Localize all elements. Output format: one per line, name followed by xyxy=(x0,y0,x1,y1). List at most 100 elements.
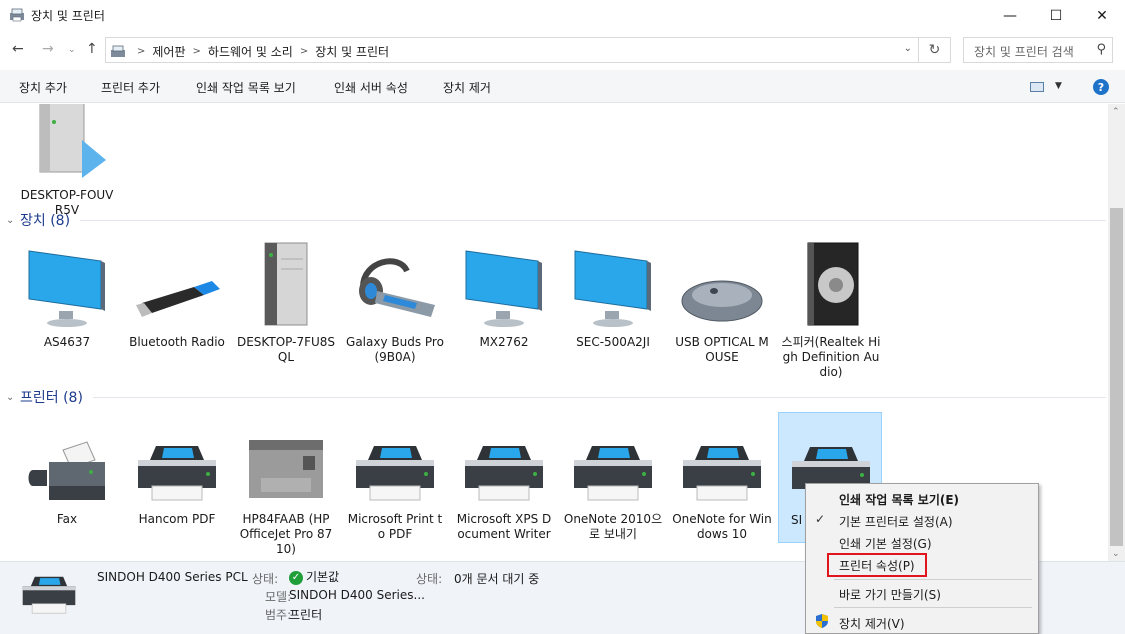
up-arrow-icon[interactable]: ↑ xyxy=(86,41,98,57)
printer-icon xyxy=(561,408,665,504)
multifunction-printer-icon xyxy=(234,408,338,504)
printer-item[interactable]: HP84FAAB (HP OfficeJet Pro 8710) xyxy=(234,408,338,557)
printer-item[interactable]: Microsoft Print to PDF xyxy=(343,408,447,542)
printer-icon xyxy=(22,576,76,614)
breadcrumb-hardware-sound[interactable]: 하드웨어 및 소리 xyxy=(208,43,293,60)
category-key: 범주: xyxy=(265,608,292,622)
address-bar[interactable]: > 제어판 > 하드웨어 및 소리 > 장치 및 프린터 ⌄ xyxy=(105,37,919,63)
maximize-button[interactable]: ☐ xyxy=(1033,0,1079,31)
status-value: ✓ 기본값 xyxy=(289,568,339,585)
device-item[interactable]: Galaxy Buds Pro (9B0A) xyxy=(343,231,447,365)
minimize-button[interactable]: — xyxy=(987,0,1033,31)
back-arrow-icon[interactable]: ← xyxy=(12,41,24,57)
search-icon[interactable]: ⚲ xyxy=(1096,42,1106,57)
add-device-button[interactable]: 장치 추가 xyxy=(19,79,67,96)
devices-group-header[interactable]: ⌄ 장치 (8) xyxy=(6,210,1106,230)
monitor-icon xyxy=(561,231,665,327)
recent-locations-icon[interactable]: ⌄ xyxy=(68,45,76,55)
check-circle-icon: ✓ xyxy=(289,570,303,585)
see-print-queue-button[interactable]: 인쇄 작업 목록 보기 xyxy=(196,79,296,96)
item-label: Microsoft Print to PDF xyxy=(347,512,443,541)
device-item[interactable]: MX2762 xyxy=(452,231,556,350)
address-dropdown-icon[interactable]: ⌄ xyxy=(904,43,912,54)
group-title: 장치 (8) xyxy=(20,213,71,229)
breadcrumb-devices-printers[interactable]: 장치 및 프린터 xyxy=(315,43,389,60)
command-bar: 장치 추가 프린터 추가 인쇄 작업 목록 보기 인쇄 서버 속성 장치 제거 … xyxy=(0,70,1125,103)
search-placeholder: 장치 및 프린터 검색 xyxy=(974,45,1074,59)
item-label: OneNote 2010으로 보내기 xyxy=(563,512,663,541)
device-item[interactable]: 스피커(Realtek High Definition Audio) xyxy=(779,231,883,380)
device-item[interactable]: USB OPTICAL MOUSE xyxy=(670,231,774,365)
menu-item-label: 장치 제거(V) xyxy=(839,617,905,631)
devices-printers-icon xyxy=(10,8,24,22)
menu-item-label: 인쇄 기본 설정(G) xyxy=(839,537,932,551)
item-label: DESKTOP-7FU8S QL xyxy=(236,335,336,364)
remove-device-button[interactable]: 장치 제거 xyxy=(443,79,491,96)
printer-item[interactable]: OneNote for Windows 10 xyxy=(670,408,774,542)
menu-item-create-shortcut[interactable]: 바로 가기 만들기(S) xyxy=(806,582,1038,604)
item-label: AS4637 xyxy=(43,335,91,349)
scroll-down-icon[interactable]: ⌄ xyxy=(1112,549,1120,559)
printer-item[interactable]: Hancom PDF xyxy=(125,408,229,527)
item-label: OneNote for Windows 10 xyxy=(672,512,772,541)
help-icon[interactable]: ? xyxy=(1093,79,1109,95)
item-label: Bluetooth Radio xyxy=(129,335,225,349)
fax-icon xyxy=(15,408,119,504)
change-view-icon[interactable] xyxy=(1030,82,1044,92)
view-dropdown-icon[interactable]: ▼ xyxy=(1055,81,1062,91)
print-server-properties-button[interactable]: 인쇄 서버 속성 xyxy=(334,79,408,96)
item-label: Fax xyxy=(56,512,78,526)
state-value: 0개 문서 대기 중 xyxy=(454,572,540,586)
add-printer-button[interactable]: 프린터 추가 xyxy=(101,79,160,96)
item-label: Galaxy Buds Pro (9B0A) xyxy=(346,335,444,364)
menu-item-see-print-queue[interactable]: 인쇄 작업 목록 보기(E) xyxy=(806,487,1038,509)
model-key: 모델: xyxy=(265,590,292,604)
shield-icon xyxy=(816,614,828,628)
breadcrumb-control-panel[interactable]: 제어판 xyxy=(152,43,185,60)
device-item[interactable]: SEC-500A2JI xyxy=(561,231,665,350)
forward-arrow-icon[interactable]: → xyxy=(42,41,54,57)
breadcrumb-separator-icon: > xyxy=(137,46,146,57)
window-title: 장치 및 프린터 xyxy=(31,9,105,23)
vertical-scrollbar[interactable]: ⌃ ⌄ xyxy=(1108,104,1125,561)
printer-item[interactable]: Microsoft XPS Document Writer xyxy=(452,408,556,542)
item-label: Microsoft XPS Document Writer xyxy=(456,512,552,541)
scroll-up-icon[interactable]: ⌃ xyxy=(1112,107,1120,117)
collapse-chevron-icon[interactable]: ⌄ xyxy=(6,215,20,226)
menu-item-label: 바로 가기 만들기(S) xyxy=(839,588,941,602)
printer-item[interactable]: Fax xyxy=(15,408,119,527)
collapse-chevron-icon[interactable]: ⌄ xyxy=(6,392,20,403)
group-divider xyxy=(80,219,1106,221)
printer-icon xyxy=(670,408,774,504)
headset-icon xyxy=(343,231,447,327)
navigation-bar: ← → ⌄ ↑ > 제어판 > 하드웨어 및 소리 > 장치 및 프린터 ⌄ ↻… xyxy=(0,32,1125,70)
printers-group-header[interactable]: ⌄ 프린터 (8) xyxy=(6,387,1106,407)
printer-icon xyxy=(343,408,447,504)
printer-item[interactable]: OneNote 2010으로 보내기 xyxy=(561,408,665,542)
item-label: 스피커(Realtek High Definition Audio) xyxy=(781,335,881,379)
item-label: USB OPTICAL MOUSE xyxy=(675,335,769,364)
model-value: SINDOH D400 Series... xyxy=(289,588,425,602)
device-item[interactable]: Bluetooth Radio xyxy=(125,231,229,350)
device-item[interactable]: AS4637 xyxy=(15,231,119,350)
printer-icon xyxy=(125,408,229,504)
highlight-box xyxy=(827,553,927,577)
menu-separator xyxy=(834,607,1032,608)
speaker-icon xyxy=(779,231,883,327)
category-value: 프린터 xyxy=(289,608,323,622)
search-input[interactable]: 장치 및 프린터 검색 ⚲ xyxy=(963,37,1113,63)
computer-item[interactable]: DESKTOP-FOUV R5V xyxy=(15,104,119,218)
device-item[interactable]: DESKTOP-7FU8S QL xyxy=(234,231,338,365)
state-key: 상태: xyxy=(416,572,443,586)
monitor-icon xyxy=(452,231,556,327)
scroll-thumb[interactable] xyxy=(1110,208,1123,546)
item-label: MX2762 xyxy=(479,335,529,349)
menu-item-printing-preferences[interactable]: 인쇄 기본 설정(G) xyxy=(806,531,1038,553)
breadcrumb-separator-icon: > xyxy=(192,46,201,57)
title-bar: 장치 및 프린터 — ☐ ✕ xyxy=(0,0,1125,31)
menu-item-set-default[interactable]: ✓ 기본 프린터로 설정(A) xyxy=(806,509,1038,531)
refresh-button[interactable]: ↻ xyxy=(919,37,951,63)
status-value-text: 기본값 xyxy=(306,570,340,584)
menu-item-remove-device[interactable]: 장치 제거(V) xyxy=(806,611,1038,633)
close-button[interactable]: ✕ xyxy=(1079,0,1125,31)
